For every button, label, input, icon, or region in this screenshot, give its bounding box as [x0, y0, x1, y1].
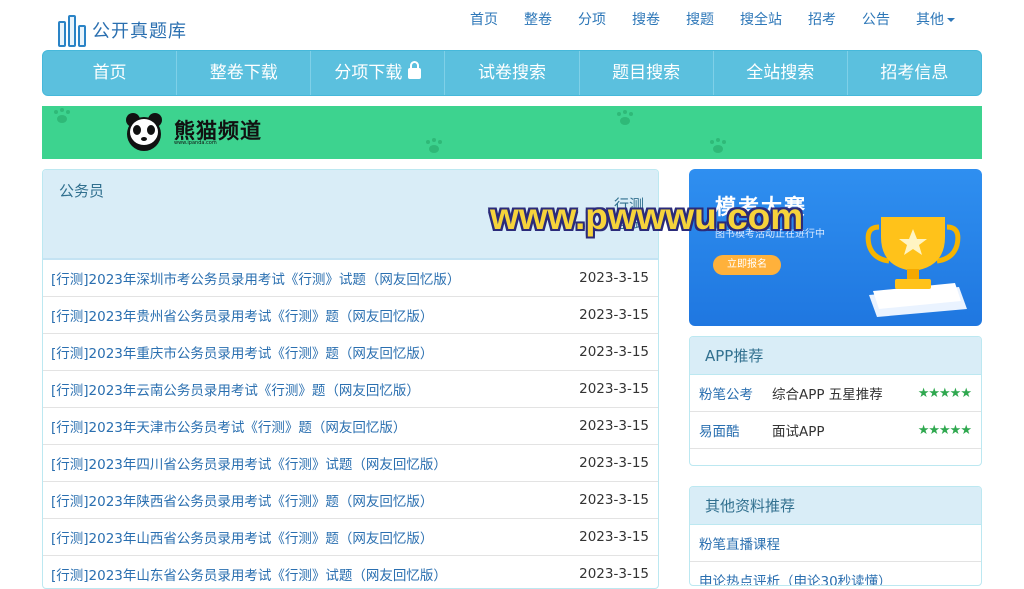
exam-link[interactable]: [行测]2023年重庆市公务员录用考试《行测》题（网友回忆版）	[51, 342, 433, 362]
top-link-search-papers[interactable]: 搜卷	[619, 10, 673, 30]
list-item: [行测]2023年深圳市考公务员录用考试《行测》试题（网友回忆版） 2023-3-…	[43, 260, 658, 297]
ipanda-banner[interactable]: 熊猫频道 www.ipanda.com	[42, 106, 982, 159]
more-label: 其他	[916, 12, 944, 28]
star-rating-icon: ★★★★★	[917, 422, 972, 438]
mock-exam-ad[interactable]: 模考大赛 图书模考活动正在进行中 立即报名	[689, 169, 982, 326]
lock-icon	[408, 61, 422, 79]
top-link-sections[interactable]: 分项	[565, 10, 619, 30]
list-item: 粉笔直播课程	[690, 525, 981, 562]
exam-link[interactable]: [行测]2023年天津市公务员考试《行测》题（网友回忆版）	[51, 416, 406, 436]
paw-icon	[710, 140, 726, 154]
trophy-icon	[865, 217, 967, 317]
paw-icon	[426, 140, 442, 154]
paw-icon	[54, 110, 70, 124]
list-item: [行测]2023年陕西省公务员录用考试《行测》题（网友回忆版） 2023-3-15	[43, 482, 658, 519]
list-item: [行测]2023年山西省公务员录用考试《行测》题（网友回忆版） 2023-3-15	[43, 519, 658, 556]
nav-section-download-label: 分项下载	[334, 63, 403, 83]
app-name-link[interactable]: 粉笔公考	[699, 383, 772, 403]
app-name-link[interactable]: 易面酷	[699, 420, 772, 440]
exam-date: 2023-3-15	[579, 566, 649, 582]
exam-link[interactable]: [行测]2023年云南公务员录用考试《行测》题（网友回忆版）	[51, 379, 420, 399]
list-item: 易面酷 面试APP ★★★★★	[690, 412, 981, 449]
exam-link[interactable]: [行测]2023年山西省公务员录用考试《行测》题（网友回忆版）	[51, 527, 433, 547]
panda-logo-icon	[126, 113, 162, 151]
resource-link[interactable]: 粉笔直播课程	[699, 533, 780, 553]
exam-link[interactable]: [行测]2023年深圳市考公务员录用考试《行测》试题（网友回忆版）	[51, 268, 460, 288]
app-recommend-box: APP推荐 粉笔公考 综合APP 五星推荐 ★★★★★ 易面酷 面试APP ★★…	[689, 336, 982, 466]
app-desc: 面试APP	[772, 424, 825, 440]
top-link-more[interactable]: 其他	[903, 10, 968, 30]
exam-date: 2023-3-15	[579, 344, 649, 360]
exam-date: 2023-3-15	[579, 455, 649, 471]
exam-date: 2023-3-15	[579, 270, 649, 286]
top-link-search-questions[interactable]: 搜题	[673, 10, 727, 30]
list-item: [行测]2023年重庆市公务员录用考试《行测》题（网友回忆版） 2023-3-15	[43, 334, 658, 371]
exam-link[interactable]: [行测]2023年山东省公务员录用考试《行测》试题（网友回忆版）	[51, 564, 447, 584]
exam-link[interactable]: [行测]2023年四川省公务员录用考试《行测》试题（网友回忆版）	[51, 453, 447, 473]
nav-full-download[interactable]: 整卷下载	[177, 51, 312, 95]
paw-icon	[617, 112, 633, 126]
books-icon	[58, 13, 88, 47]
list-item: 申论热点评析（申论30秒读懂）	[690, 562, 981, 585]
top-link-search-site[interactable]: 搜全站	[727, 10, 795, 30]
star-rating-icon: ★★★★★	[917, 385, 972, 401]
list-item: [行测]2023年天津市公务员考试《行测》题（网友回忆版） 2023-3-15	[43, 408, 658, 445]
list-item: 粉笔公考 综合APP 五星推荐 ★★★★★	[690, 375, 981, 412]
list-item: [行测]2023年四川省公务员录用考试《行测》试题（网友回忆版） 2023-3-1…	[43, 445, 658, 482]
main-nav: 首页 整卷下载 分项下载 试卷搜索 题目搜索 全站搜索 招考信息	[42, 50, 982, 96]
resource-link[interactable]: 申论热点评析（申论30秒读懂）	[699, 570, 892, 585]
banner-url: www.ipanda.com	[174, 140, 217, 146]
top-link-notice[interactable]: 公告	[849, 10, 903, 30]
list-item: [行测]2023年山东省公务员录用考试《行测》试题（网友回忆版） 2023-3-1…	[43, 556, 658, 588]
list-item: [行测]2023年贵州省公务员录用考试《行测》题（网友回忆版） 2023-3-15	[43, 297, 658, 334]
nav-paper-search[interactable]: 试卷搜索	[445, 51, 580, 95]
top-link-papers[interactable]: 整卷	[511, 10, 565, 30]
ad-signup-button[interactable]: 立即报名	[713, 255, 781, 275]
list-item: [行测]2023年云南公务员录用考试《行测》题（网友回忆版） 2023-3-15	[43, 371, 658, 408]
nav-section-download[interactable]: 分项下载	[311, 51, 446, 95]
site-logo[interactable]: 公开真题库	[58, 13, 187, 47]
nav-recruit-info[interactable]: 招考信息	[848, 51, 981, 95]
app-box-title: APP推荐	[690, 337, 981, 375]
exam-link[interactable]: [行测]2023年贵州省公务员录用考试《行测》题（网友回忆版）	[51, 305, 433, 325]
other-box-title: 其他资料推荐	[690, 487, 981, 525]
watermark-text: www.pwwwu.com	[490, 196, 804, 237]
top-link-recruit[interactable]: 招考	[795, 10, 849, 30]
panel-title: 公务员	[59, 182, 105, 200]
caret-down-icon	[947, 18, 955, 22]
app-desc: 综合APP 五星推荐	[772, 387, 883, 403]
nav-site-search[interactable]: 全站搜索	[714, 51, 848, 95]
exam-date: 2023-3-15	[579, 307, 649, 323]
nav-home[interactable]: 首页	[43, 51, 178, 95]
site-name: 公开真题库	[92, 21, 187, 42]
top-header: 公开真题库 首页 整卷 分项 搜卷 搜题 搜全站 招考 公告 其他	[0, 0, 1024, 50]
nav-question-search[interactable]: 题目搜索	[580, 51, 714, 95]
exam-date: 2023-3-15	[579, 492, 649, 508]
other-resources-box: 其他资料推荐 粉笔直播课程 申论热点评析（申论30秒读懂）	[689, 486, 982, 586]
top-nav: 首页 整卷 分项 搜卷 搜题 搜全站 招考 公告 其他	[457, 10, 968, 30]
exam-date: 2023-3-15	[579, 381, 649, 397]
exam-date: 2023-3-15	[579, 529, 649, 545]
top-link-home[interactable]: 首页	[457, 10, 511, 30]
exam-date: 2023-3-15	[579, 418, 649, 434]
exam-link[interactable]: [行测]2023年陕西省公务员录用考试《行测》题（网友回忆版）	[51, 490, 433, 510]
